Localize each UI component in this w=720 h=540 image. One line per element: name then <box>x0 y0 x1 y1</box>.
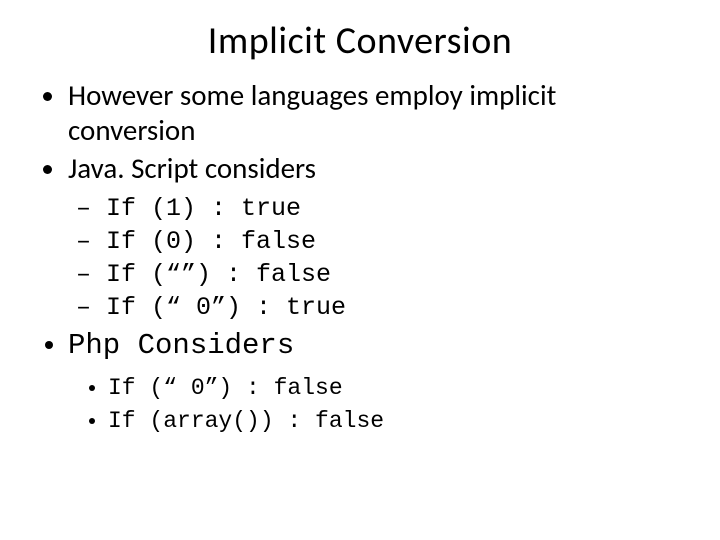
bullet-3-text: Php Considers <box>68 329 294 362</box>
slide: Implicit Conversion However some languag… <box>0 0 720 540</box>
php-example-2: If (array()) : false <box>108 405 690 438</box>
php-example-list: If (“ 0”) : false If (array()) : false <box>90 372 690 439</box>
js-example-4: If (“ 0”) : true <box>76 291 690 324</box>
bullet-2: Java. Script considers If (1) : true If … <box>68 151 690 324</box>
slide-title: Implicit Conversion <box>30 18 690 64</box>
js-example-list: If (1) : true If (0) : false If (“”) : f… <box>76 192 690 324</box>
bullet-1: However some languages employ implicit c… <box>68 78 690 149</box>
js-example-2: If (0) : false <box>76 225 690 258</box>
php-example-1: If (“ 0”) : false <box>108 372 690 405</box>
bullet-2-text: Java. Script considers <box>68 150 316 186</box>
bullet-3: Php Considers If (“ 0”) : false If (arra… <box>68 328 690 438</box>
bullet-list: However some languages employ implicit c… <box>50 78 690 438</box>
js-example-1: If (1) : true <box>76 192 690 225</box>
js-example-3: If (“”) : false <box>76 258 690 291</box>
